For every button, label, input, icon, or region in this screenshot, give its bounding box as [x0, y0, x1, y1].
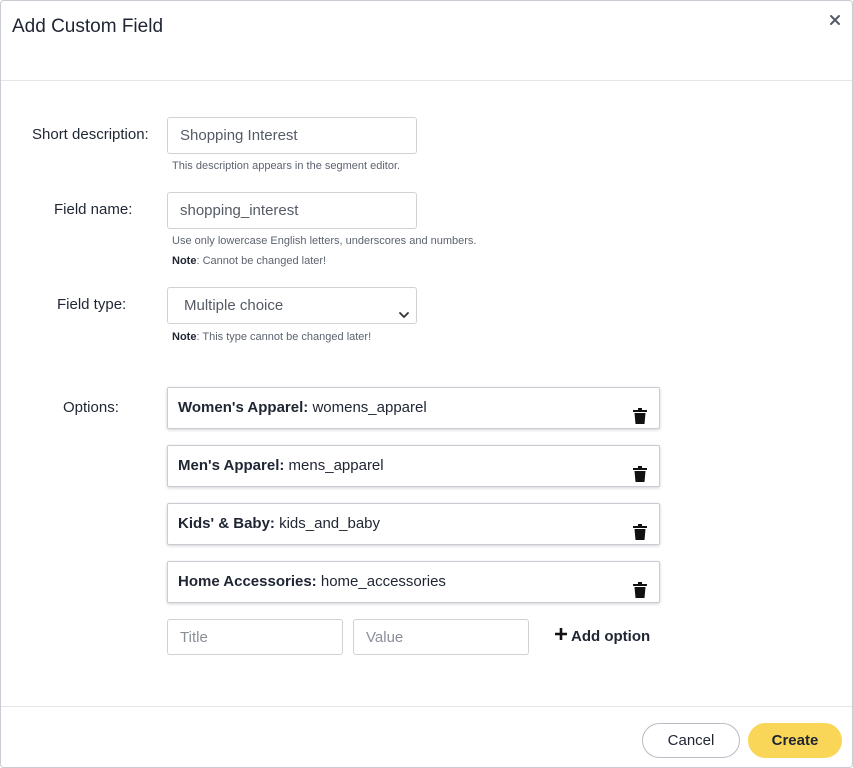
- create-button[interactable]: Create: [748, 723, 842, 758]
- option-item: Kids' & Baby: kids_and_baby: [167, 503, 660, 545]
- new-option-title-input[interactable]: [167, 619, 343, 655]
- field-type-note: Note: This type cannot be changed later!: [172, 331, 371, 343]
- note-text: : Cannot be changed later!: [196, 255, 327, 267]
- option-item: Men's Apparel: mens_apparel: [167, 445, 660, 487]
- trash-icon[interactable]: [633, 574, 647, 598]
- add-custom-field-dialog: Add Custom Field Short description: This…: [0, 0, 853, 768]
- option-item: Women's Apparel: womens_apparel: [167, 387, 660, 429]
- cancel-button[interactable]: Cancel: [642, 723, 740, 758]
- option-value: mens_apparel: [288, 457, 384, 474]
- field-type-label: Field type:: [57, 296, 127, 313]
- option-item: Home Accessories: home_accessories: [167, 561, 660, 603]
- dialog-header: Add Custom Field: [1, 1, 852, 81]
- dialog-title: Add Custom Field: [12, 16, 164, 37]
- option-value: womens_apparel: [312, 399, 427, 416]
- note-label: Note: [172, 255, 197, 267]
- trash-icon[interactable]: [633, 516, 647, 540]
- short-description-label: Short description:: [32, 126, 149, 143]
- field-name-label: Field name:: [54, 201, 133, 218]
- add-option-label: Add option: [571, 627, 651, 645]
- option-title: Women's Apparel:: [178, 399, 309, 416]
- options-label: Options:: [63, 399, 119, 416]
- field-name-hint: Use only lowercase English letters, unde…: [172, 235, 477, 247]
- close-icon[interactable]: [827, 12, 843, 28]
- field-type-select[interactable]: Multiple choice: [167, 287, 417, 324]
- note-label: Note: [172, 331, 197, 343]
- trash-icon[interactable]: [633, 400, 647, 424]
- add-option-button[interactable]: Add option: [554, 626, 650, 646]
- field-type-selected: Multiple choice: [184, 297, 284, 314]
- plus-icon: [554, 627, 568, 645]
- note-text: : This type cannot be changed later!: [196, 331, 372, 343]
- short-description-hint: This description appears in the segment …: [172, 160, 401, 172]
- chevron-down-icon: [398, 299, 410, 318]
- field-name-note: Note: Cannot be changed later!: [172, 255, 326, 267]
- trash-icon[interactable]: [633, 458, 647, 482]
- footer-divider: [1, 706, 852, 707]
- new-option-value-input[interactable]: [353, 619, 529, 655]
- option-value: kids_and_baby: [279, 515, 381, 532]
- option-title: Men's Apparel:: [178, 457, 285, 474]
- option-value: home_accessories: [320, 573, 446, 590]
- short-description-input[interactable]: [167, 117, 417, 154]
- option-title: Kids' & Baby:: [178, 515, 275, 532]
- field-name-input[interactable]: [167, 192, 417, 229]
- option-title: Home Accessories:: [178, 573, 317, 590]
